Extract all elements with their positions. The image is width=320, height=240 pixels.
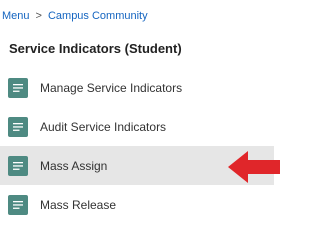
- breadcrumb-campus-community-link[interactable]: Campus Community: [48, 10, 148, 22]
- menu-item-label: Audit Service Indicators: [40, 119, 167, 134]
- breadcrumb: Menu > Campus Community: [2, 8, 148, 24]
- menu-list: Manage Service Indicators Audit Service …: [0, 68, 300, 224]
- menu-item-label: Mass Release: [40, 197, 117, 212]
- menu-item-label: Mass Assign: [40, 158, 108, 173]
- section-title: Service Indicators (Student): [9, 41, 182, 56]
- breadcrumb-separator: >: [35, 10, 42, 22]
- menu-item-mass-release[interactable]: Mass Release: [0, 185, 274, 224]
- list-icon: [8, 194, 28, 215]
- menu-item-manage-service-indicators[interactable]: Manage Service Indicators: [0, 68, 274, 107]
- list-icon: [8, 77, 28, 98]
- menu-item-label: Manage Service Indicators: [40, 80, 183, 95]
- list-icon: [8, 155, 28, 176]
- list-icon: [8, 116, 28, 137]
- menu-item-audit-service-indicators[interactable]: Audit Service Indicators: [0, 107, 274, 146]
- breadcrumb-menu-link[interactable]: Menu: [2, 10, 30, 22]
- red-arrow-icon: [228, 151, 280, 183]
